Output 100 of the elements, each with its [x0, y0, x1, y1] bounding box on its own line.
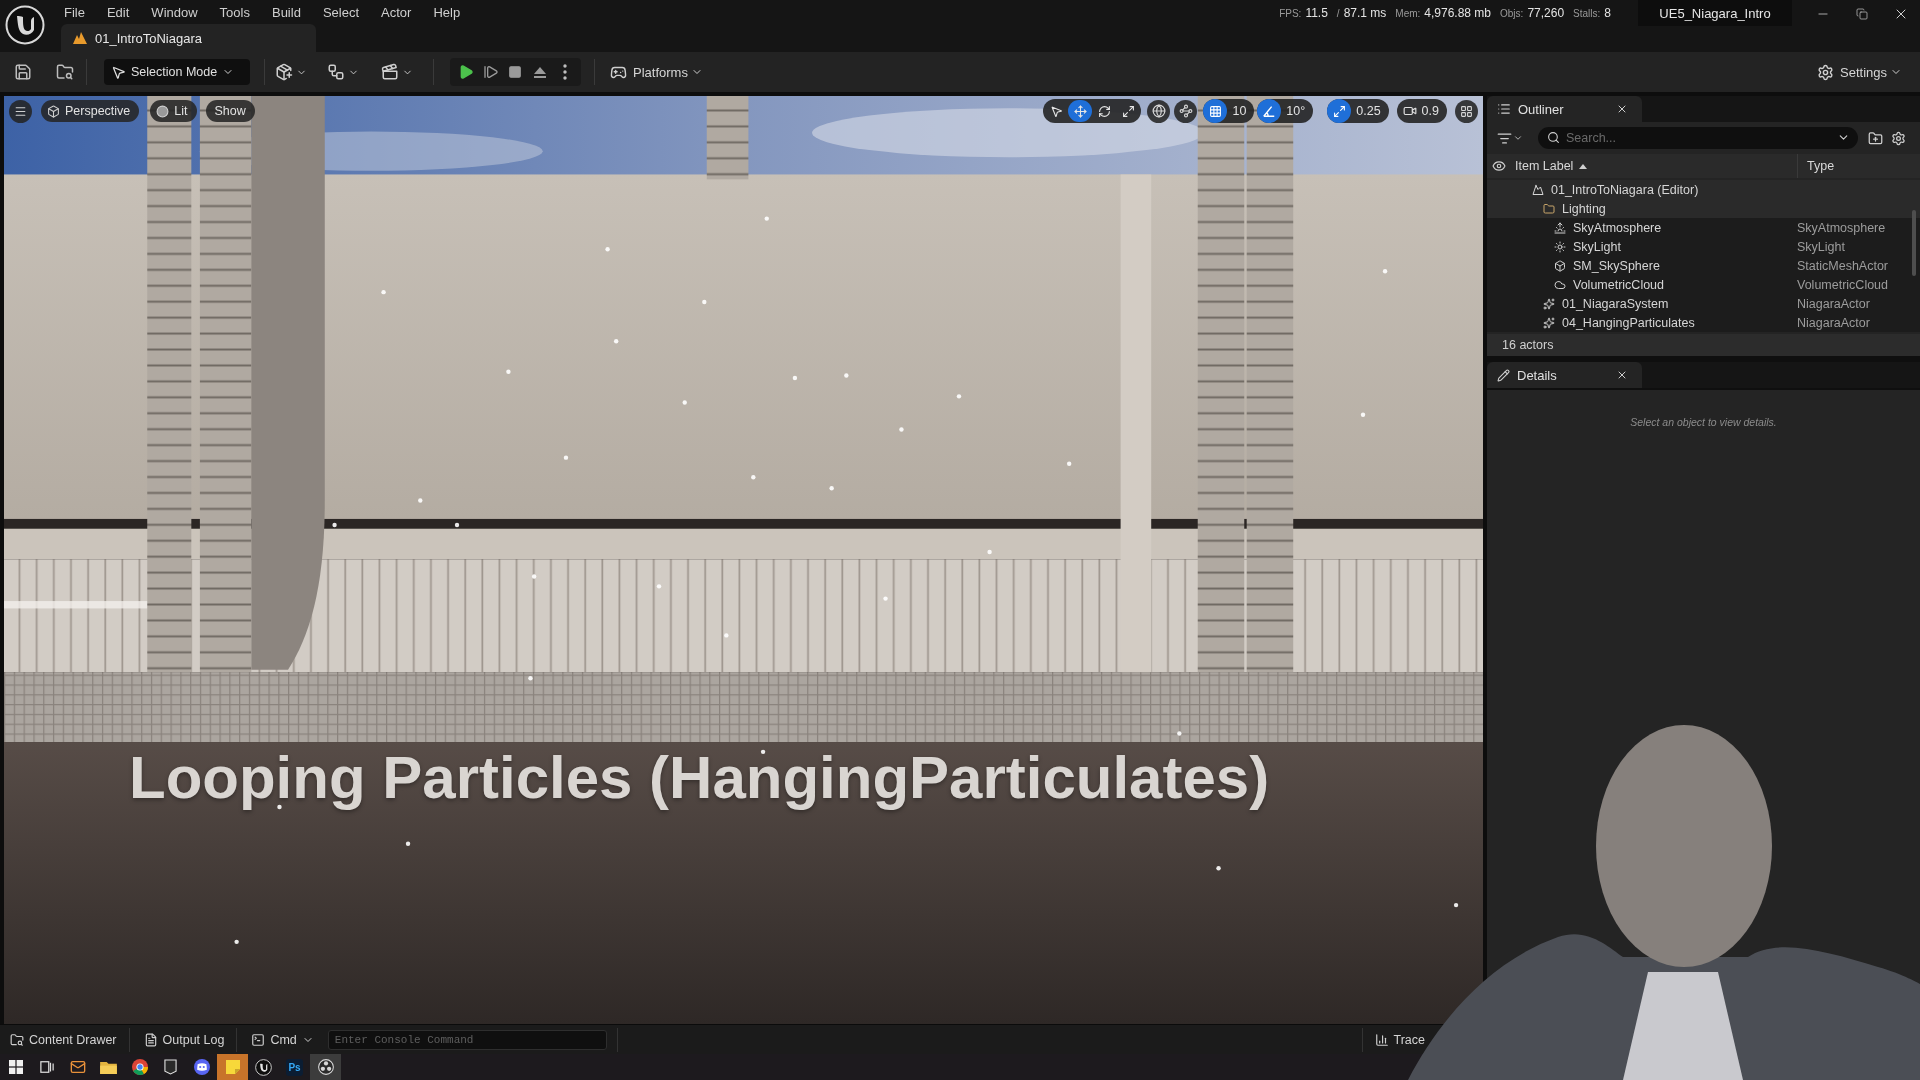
stat-value: 77,260: [1527, 6, 1565, 20]
show-button[interactable]: Show: [205, 100, 255, 122]
actor-label: SkyLight: [1573, 239, 1621, 254]
save-icon: [14, 63, 32, 81]
restore-icon: [1855, 8, 1868, 20]
menu-item[interactable]: Build: [271, 1, 301, 23]
outliner-tab[interactable]: Outliner: [1487, 96, 1642, 122]
outliner-row[interactable]: SkyAtmosphere SkyAtmosphere: [1487, 218, 1920, 237]
nodes-icon: [1178, 104, 1193, 118]
sunrise-icon: [1554, 221, 1566, 234]
sparkles-icon: [1543, 316, 1555, 329]
menu-icon: [14, 104, 27, 118]
actor-type: SkyAtmosphere: [1797, 220, 1886, 235]
output-log-button[interactable]: Output Log: [135, 1025, 233, 1054]
trace-button[interactable]: Trace: [1366, 1025, 1433, 1054]
cloud-icon: [1554, 278, 1566, 291]
cube-plus-icon: [275, 63, 293, 81]
cube-icon: [1554, 259, 1566, 272]
actor-type: StaticMeshActor: [1797, 258, 1888, 273]
close-icon: [1616, 369, 1628, 381]
eye-icon: [1492, 159, 1506, 173]
menu-item[interactable]: Window: [151, 1, 198, 23]
console-input[interactable]: Enter Console Command: [327, 1029, 607, 1050]
terminal-icon: [251, 1032, 266, 1047]
settings-icon: [1817, 63, 1834, 81]
perspective-button[interactable]: Perspective: [41, 100, 140, 122]
eject-icon: [533, 65, 548, 79]
outliner-row[interactable]: 01_NiagaraSystem NiagaraActor: [1487, 294, 1920, 313]
details-tab[interactable]: Details: [1487, 362, 1642, 388]
outliner-settings-button[interactable]: [1891, 130, 1906, 146]
step-forward-icon: [482, 64, 499, 80]
taskbar-button[interactable]: [310, 1054, 341, 1080]
video-caption: Looping Particles (HangingParticulates): [129, 743, 1270, 812]
settings-icon: [1891, 130, 1906, 146]
engine-logo-icon: [255, 1058, 272, 1076]
stat-label: Stalls:: [1573, 8, 1601, 19]
cube-icon: [47, 104, 60, 118]
close-tab-button[interactable]: [1616, 103, 1628, 115]
settings-button[interactable]: Settings: [1817, 58, 1902, 86]
menu-item[interactable]: File: [64, 1, 85, 23]
globe-icon: [1151, 104, 1166, 118]
close-tab-button[interactable]: [1616, 369, 1628, 381]
new-folder-button[interactable]: [1868, 130, 1883, 146]
sparkles-icon: [1543, 297, 1555, 310]
clapperboard-icon: [381, 63, 399, 81]
menu-item[interactable]: Help: [433, 1, 461, 23]
caret-icon: [1513, 133, 1523, 143]
menu-item[interactable]: Edit: [106, 1, 130, 23]
envelope-icon: [69, 1059, 86, 1075]
stat-value: 87.1 ms: [1343, 6, 1387, 20]
outliner-row[interactable]: SM_SkySphere StaticMeshActor: [1487, 256, 1920, 275]
menu-item[interactable]: Select: [322, 1, 360, 23]
stop-icon: [508, 65, 523, 79]
browser-icon: [131, 1059, 148, 1075]
sticky-note-icon: [225, 1060, 240, 1074]
selection-mode-button[interactable]: Selection Mode: [104, 59, 250, 85]
ps-logo: Ps: [286, 1058, 303, 1076]
folder-icon: [100, 1060, 117, 1074]
column-header[interactable]: Type: [1797, 154, 1920, 178]
taskbar-button[interactable]: Ps: [279, 1054, 310, 1080]
scale-snap-button[interactable]: 0.25: [1327, 99, 1389, 123]
pencil-icon: [1497, 368, 1510, 382]
empty-details-message: Select an object to view details.: [1630, 416, 1777, 430]
scale-icon: [1121, 104, 1135, 118]
stat-label: /: [1336, 8, 1340, 19]
search-icon: [1547, 131, 1560, 144]
stat-label: FPS:: [1279, 8, 1302, 19]
task-view-icon: [39, 1060, 54, 1074]
column-header[interactable]: Item Label: [1515, 159, 1574, 173]
actor-type: VolumetricCloud: [1797, 277, 1888, 292]
outliner-row[interactable]: Lighting: [1487, 199, 1920, 218]
actor-label: 04_HangingParticulates: [1562, 315, 1695, 330]
lit-button[interactable]: Lit: [150, 100, 197, 122]
platforms-button[interactable]: Platforms: [610, 58, 703, 86]
content-drawer-button[interactable]: Content Drawer: [2, 1025, 125, 1054]
grid-snap-button[interactable]: 10: [1203, 99, 1255, 123]
search-field[interactable]: Search...: [1538, 127, 1858, 149]
scrollbar-thumb[interactable]: [1912, 210, 1916, 276]
sun-icon: [1554, 240, 1566, 253]
menu-item[interactable]: Actor: [381, 1, 412, 23]
cmd-button[interactable]: Cmd: [243, 1025, 322, 1054]
pointer-icon: [111, 64, 126, 80]
filter-icon: [1497, 130, 1512, 146]
actor-type: NiagaraActor: [1797, 315, 1870, 330]
windows-logo-icon: [8, 1060, 23, 1074]
move-icon: [1073, 104, 1087, 118]
outliner-row[interactable]: SkyLight SkyLight: [1487, 237, 1920, 256]
shield-icon: [164, 1059, 177, 1075]
actor-label: VolumetricCloud: [1573, 277, 1664, 292]
outliner-row[interactable]: VolumetricCloud VolumetricCloud: [1487, 275, 1920, 294]
actor-label: SM_SkySphere: [1573, 258, 1660, 273]
folder-plus-icon: [1868, 130, 1883, 146]
move-tool-button[interactable]: [1068, 100, 1093, 122]
document-tab[interactable]: 01_IntroToNiagara: [61, 24, 316, 52]
outliner-row[interactable]: 04_HangingParticulates NiagaraActor: [1487, 313, 1920, 332]
menu-item[interactable]: Tools: [219, 1, 250, 23]
stat-label: Mem:: [1395, 8, 1421, 19]
angle-snap-button[interactable]: 10°: [1257, 99, 1314, 123]
layout-grid-icon: [1460, 104, 1473, 118]
outliner-row[interactable]: 01_IntroToNiagara (Editor): [1487, 180, 1920, 199]
